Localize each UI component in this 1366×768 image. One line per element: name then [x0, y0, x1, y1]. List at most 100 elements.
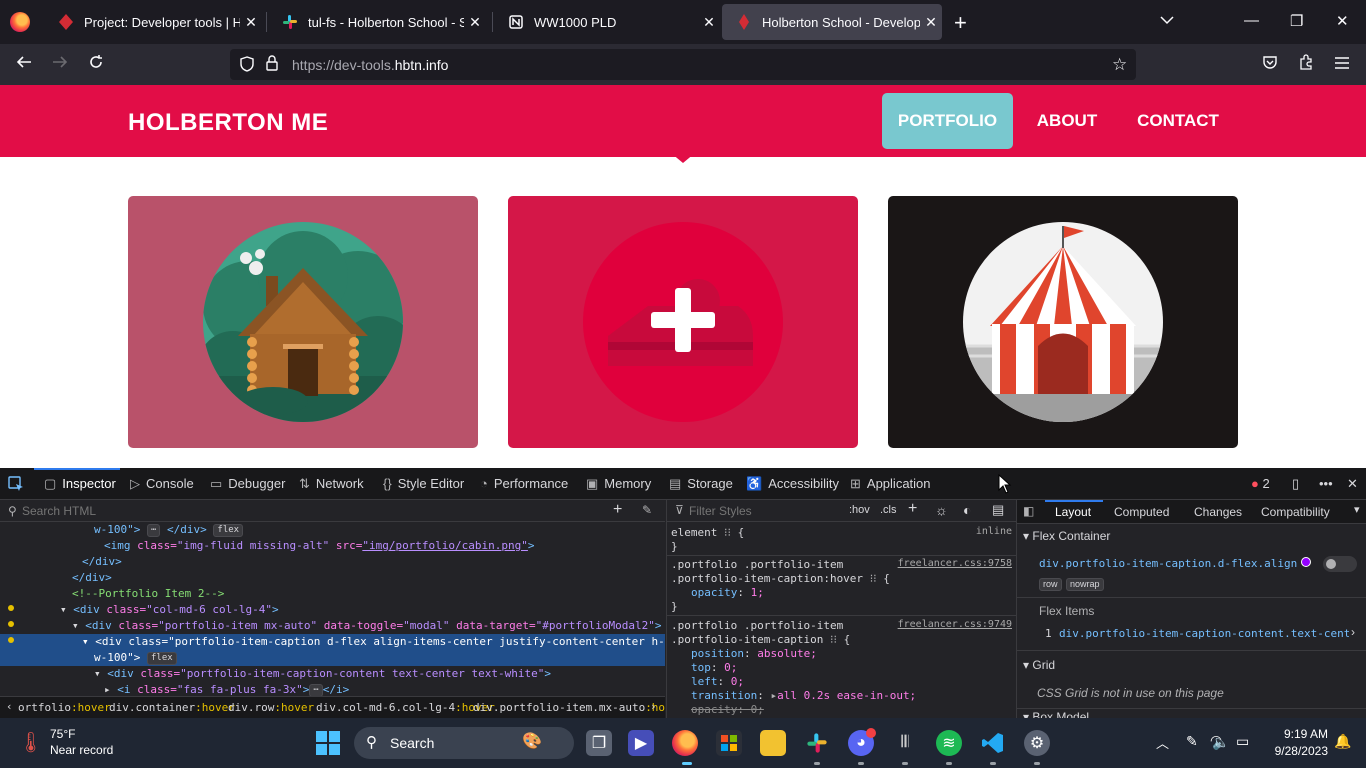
windows-start-icon[interactable]	[316, 731, 340, 760]
bookmark-star-icon[interactable]: ☆	[1112, 55, 1127, 75]
notification-center-icon[interactable]: 🔔	[1334, 733, 1351, 750]
tab-computed[interactable]: Computed	[1114, 505, 1169, 519]
flex-badge[interactable]: flex	[146, 652, 177, 665]
breadcrumb-item[interactable]: div.portfolio-item.mx-auto:hover	[473, 701, 665, 714]
hov-toggle[interactable]: :hov	[849, 504, 870, 516]
plus-icon[interactable]	[651, 288, 715, 352]
rule-declaration[interactable]: transition: ▸all 0.2s ease-in-out;	[691, 689, 916, 703]
close-window-icon[interactable]: ✕	[1336, 12, 1349, 30]
markup-line[interactable]: </div>	[82, 554, 122, 570]
vscode-icon[interactable]	[980, 730, 1006, 756]
more-options-icon[interactable]: •••	[1319, 476, 1333, 491]
rule-declaration[interactable]: position: absolute;	[691, 647, 817, 661]
markup-line[interactable]: ▾ <div class="portfolio-item mx-auto" da…	[72, 618, 704, 634]
tab-console[interactable]: ▷ Console	[130, 476, 194, 492]
clock-time[interactable]: 9:19 AM	[1266, 727, 1328, 741]
weather-desc[interactable]: Near record	[50, 743, 113, 757]
url-bar[interactable]: https://dev-tools.hbtn.info ☆	[230, 49, 1136, 80]
tab-application[interactable]: ⊞ Application	[850, 476, 931, 492]
restore-icon[interactable]: ❐	[1290, 12, 1303, 30]
tab-style-editor[interactable]: {} Style Editor	[383, 476, 464, 491]
tab-compatibility[interactable]: Compatibility	[1261, 505, 1330, 519]
markup-line[interactable]: </div>	[72, 570, 112, 586]
highlight-color-swatch[interactable]	[1301, 557, 1311, 567]
flex-container-header[interactable]: ▾ Flex Container	[1023, 529, 1110, 543]
rule-declaration[interactable]: opacity: 1;	[691, 586, 764, 600]
cls-toggle[interactable]: .cls	[880, 504, 897, 516]
firefox-taskbar-icon[interactable]	[672, 730, 698, 756]
tab-debugger[interactable]: ▭ Debugger	[210, 476, 285, 492]
print-media-icon[interactable]: ▤	[992, 502, 1004, 518]
close-tab-icon[interactable]: ✕	[240, 14, 262, 31]
html-search-input[interactable]	[22, 502, 582, 520]
rule-source-link[interactable]: freelancer.css:9758	[898, 558, 1012, 569]
slack-taskbar-icon[interactable]	[804, 730, 830, 756]
markup-line[interactable]: ▾ <div class="portfolio-item-caption-con…	[94, 666, 551, 682]
rule-selector-cont[interactable]: .portfolio-item-caption:hover ⁝⁝ {	[671, 572, 890, 586]
flexbox-highlighter-toggle[interactable]	[1323, 556, 1357, 572]
new-tab-plus-icon[interactable]: +	[954, 10, 967, 36]
microsoft-store-icon[interactable]	[716, 730, 742, 756]
breadcrumb-item[interactable]: div.container:hover	[109, 701, 235, 714]
breadcrumb-scroll-left-icon[interactable]: ‹	[6, 700, 13, 713]
show-hidden-icons-chevron[interactable]: ︿	[1156, 733, 1169, 752]
tab-inspector[interactable]: ▢ Inspector	[44, 476, 116, 492]
nav-contact[interactable]: CONTACT	[1124, 93, 1232, 149]
markup-line[interactable]: ▾ <div class="col-md-6 col-lg-4">	[60, 602, 279, 618]
dark-scheme-icon[interactable]: ◐	[963, 502, 971, 518]
element-picker-icon[interactable]	[8, 476, 24, 497]
thermometer-icon[interactable]: 🌡	[18, 730, 43, 755]
light-scheme-sun-icon[interactable]: ☼	[935, 502, 948, 518]
site-brand[interactable]: HOLBERTON ME	[128, 109, 328, 137]
file-explorer-icon[interactable]	[760, 730, 786, 756]
flex-item-chevron-icon[interactable]: ›	[1351, 625, 1355, 639]
teams-chat-icon[interactable]: ▶	[628, 730, 654, 756]
tab-performance[interactable]: ◔ Performance	[480, 476, 568, 491]
firefox-icon[interactable]	[10, 12, 30, 32]
nav-about[interactable]: ABOUT	[1022, 93, 1112, 149]
eyedropper-icon[interactable]: ✎	[642, 503, 652, 517]
tab-ww1000-pld[interactable]: WW1000 PLD ✕	[494, 4, 720, 40]
tab-developer-tools-project[interactable]: Project: Developer tools | Holbe ✕	[44, 4, 262, 40]
portfolio-item-circus[interactable]	[888, 196, 1238, 448]
clock-date[interactable]: 9/28/2023	[1260, 744, 1328, 758]
rule-selector-cont[interactable]: .portfolio-item-caption ⁝⁝ {	[671, 633, 850, 647]
filter-styles-input[interactable]	[689, 502, 839, 520]
grid-header[interactable]: ▾ Grid	[1023, 658, 1055, 672]
tab-changes[interactable]: Changes	[1194, 505, 1242, 519]
shield-icon[interactable]	[240, 56, 254, 77]
settings-gear-icon[interactable]: ⚙	[1024, 730, 1050, 756]
markup-comment[interactable]: <!--Portfolio Item 2-->	[72, 586, 224, 602]
selected-markup-line-cont[interactable]: w-100"> flex	[94, 650, 177, 666]
breadcrumb-item[interactable]: ortfolio:hover	[18, 701, 111, 714]
tab-network[interactable]: ⇅ Network	[299, 476, 364, 492]
task-view-icon[interactable]: ❐	[586, 730, 612, 756]
toggle-sidebar-icon[interactable]: ◧	[1023, 504, 1034, 518]
pocket-icon[interactable]	[1262, 54, 1278, 74]
pen-menu-icon[interactable]: ✎	[1186, 733, 1198, 750]
breadcrumb-scroll-right-icon[interactable]: ›	[650, 700, 657, 713]
audio-mixer-icon[interactable]: 𝄃𝄃	[892, 730, 918, 756]
markup-line[interactable]: <img class="img-fluid missing-alt" src="…	[104, 538, 535, 554]
dock-side-icon[interactable]: ▯	[1292, 476, 1299, 492]
battery-icon[interactable]: ▭	[1236, 733, 1249, 750]
minimize-icon[interactable]: —	[1244, 12, 1259, 29]
back-arrow-icon[interactable]	[16, 54, 32, 74]
tab-holberton-developer-tools[interactable]: Holberton School - Developer t ✕	[722, 4, 942, 40]
breadcrumb-item[interactable]: div.row:hover	[228, 701, 314, 714]
volume-icon[interactable]: 🔈	[1212, 734, 1229, 751]
add-node-icon[interactable]: +	[613, 501, 622, 519]
rule-selector[interactable]: .portfolio .portfolio-item	[671, 558, 843, 572]
forward-arrow-icon[interactable]	[52, 54, 68, 74]
error-count[interactable]: ● 2	[1251, 476, 1270, 491]
close-tab-icon[interactable]: ✕	[464, 14, 486, 31]
add-rule-icon[interactable]: +	[908, 500, 917, 518]
rule-declaration-overridden[interactable]: opacity: 0;	[691, 703, 764, 717]
box-model-header[interactable]: ▾ Box Model	[1023, 710, 1089, 718]
weather-temp[interactable]: 75°F	[50, 727, 75, 741]
nav-portfolio[interactable]: PORTFOLIO	[882, 93, 1013, 149]
extensions-puzzle-icon[interactable]	[1298, 54, 1314, 74]
spotify-icon[interactable]: ≋	[936, 730, 962, 756]
breadcrumb-item[interactable]: div.col-md-6.col-lg-4:hover	[316, 701, 495, 714]
more-tabs-chevron-icon[interactable]: ▾	[1354, 503, 1360, 516]
